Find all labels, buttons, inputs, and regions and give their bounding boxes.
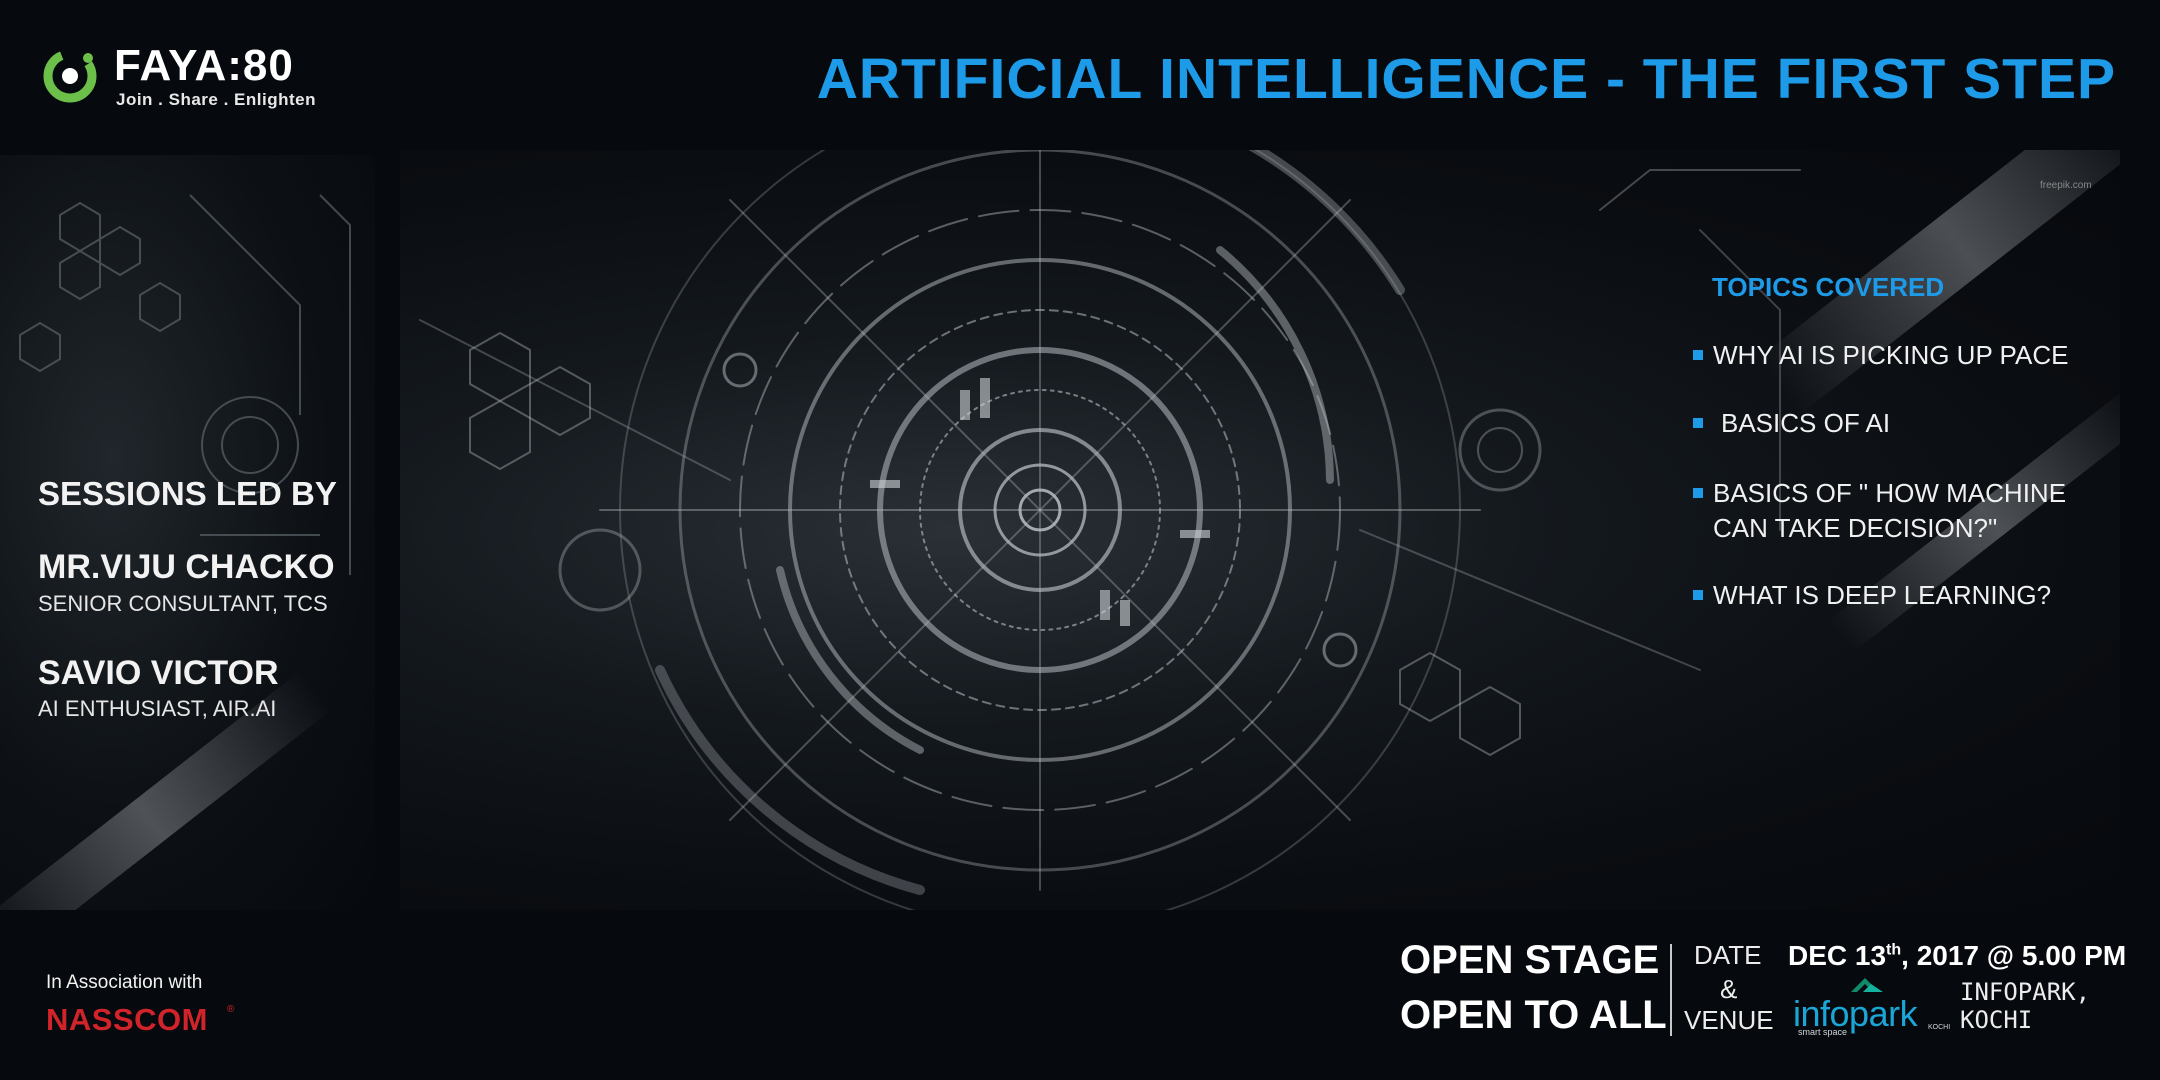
venue-name: INFOPARK,	[1960, 978, 2091, 1006]
event-title: ARTIFICIAL INTELLIGENCE - THE FIRST STEP	[816, 47, 2116, 111]
footer-divider	[1670, 944, 1672, 1036]
logo-tagline: Join . Share . Enlighten	[116, 90, 316, 109]
topic-text: BASICS OF AI	[1721, 408, 1891, 438]
faya-logo: FAYA:80 Join . Share . Enlighten	[40, 42, 340, 112]
topic-item: WHAT IS DEEP LEARNING?	[1693, 578, 2051, 613]
topics-heading: TOPICS COVERED	[1712, 272, 1945, 302]
event-date: DEC 13th, 2017 @ 5.00 PM	[1788, 940, 2126, 972]
bullet-icon	[1693, 590, 1703, 600]
date-suffix: th	[1886, 941, 1902, 959]
date-day: DEC 13	[1788, 940, 1887, 971]
logo-wordmark: FAYA:80	[114, 41, 294, 90]
infopark-city-mark: KOCHI	[1928, 1024, 1951, 1031]
association-label: In Association with	[46, 972, 203, 993]
infopark-subtext: smart space	[1798, 1027, 1848, 1037]
bullet-icon	[1693, 418, 1703, 428]
left-background-panel	[0, 155, 375, 910]
topic-text: WHY AI IS PICKING UP PACE	[1713, 340, 2069, 370]
speaker-role: AI ENTHUSIAST, AIR.AI	[38, 696, 277, 721]
open-to-all-label: OPEN TO ALL	[1400, 993, 1667, 1037]
speaker-role: SENIOR CONSULTANT, TCS	[38, 591, 328, 616]
speaker-name: MR.VIJU CHACKO	[38, 548, 335, 586]
ampersand-label: &	[1720, 974, 1738, 1004]
topic-item: BASICS OF AI	[1693, 406, 1890, 441]
open-stage-label: OPEN STAGE	[1400, 938, 1660, 982]
bullet-icon	[1693, 350, 1703, 360]
speaker-name: SAVIO VICTOR	[38, 654, 279, 692]
date-time: , 2017 @ 5.00 PM	[1901, 940, 2127, 971]
venue-city: KOCHI	[1960, 1006, 2033, 1034]
faya-logo-icon	[43, 49, 97, 103]
sessions-heading: SESSIONS LED BY	[38, 475, 337, 512]
topic-text-line: BASICS OF " HOW MACHINE	[1713, 478, 2067, 508]
date-label: DATE	[1694, 940, 1762, 970]
topic-item: BASICS OF " HOW MACHINE CAN TAKE DECISIO…	[1693, 476, 2066, 546]
registered-mark: ®	[227, 1004, 235, 1015]
venue-label: VENUE	[1684, 1005, 1774, 1035]
topic-text-line: CAN TAKE DECISION?"	[1713, 513, 1998, 543]
nasscom-logo: NASSCOM	[46, 1002, 208, 1037]
bullet-icon	[1693, 488, 1703, 498]
topic-item: WHY AI IS PICKING UP PACE	[1693, 338, 2068, 373]
image-watermark: freepik.com	[2040, 180, 2092, 191]
topic-text: WHAT IS DEEP LEARNING?	[1713, 580, 2052, 610]
